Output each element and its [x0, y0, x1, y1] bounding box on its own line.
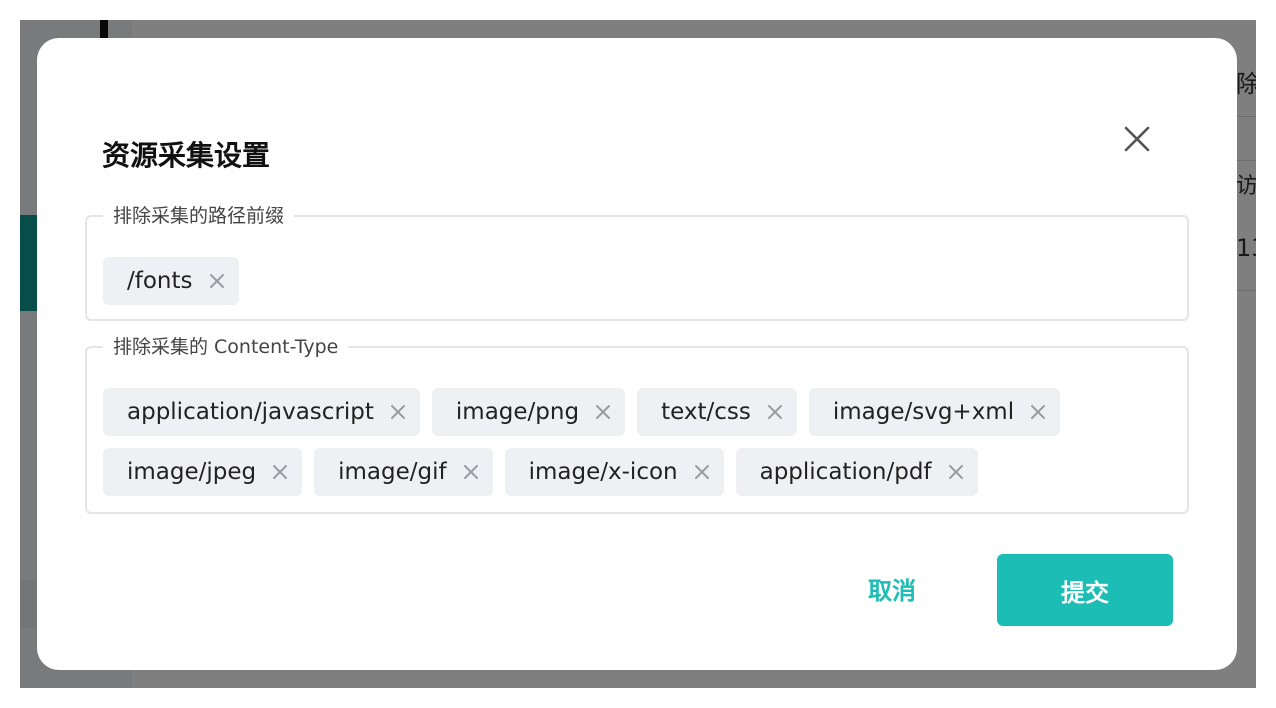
tag-label: image/x-icon	[528, 459, 678, 485]
tag-label: /fonts	[127, 268, 193, 294]
close-icon	[948, 465, 963, 479]
close-icon	[1124, 126, 1150, 152]
tag-label: application/pdf	[759, 459, 932, 485]
close-icon	[273, 465, 288, 479]
tag-label: application/javascript	[127, 399, 374, 425]
resource-collection-settings-dialog: 资源采集设置 排除采集的路径前缀 /fonts 排除采集的 Content-Ty…	[37, 38, 1237, 670]
remove-tag-button[interactable]	[270, 462, 290, 482]
remove-tag-button[interactable]	[765, 402, 785, 422]
tag-chip: text/css	[637, 388, 797, 436]
submit-button[interactable]: 提交	[997, 554, 1173, 626]
close-icon	[390, 405, 405, 419]
app-screen: 除 访问 13 资源采集设置 排除采集的路径前缀 /fonts 排除采集的 Co…	[20, 20, 1256, 688]
dialog-title: 资源采集设置	[102, 139, 271, 172]
content-type-tag-list: application/javascript image/png text/css i…	[103, 388, 1171, 496]
remove-tag-button[interactable]	[692, 462, 712, 482]
tag-chip: application/javascript	[103, 388, 420, 436]
tag-label: image/gif	[338, 459, 447, 485]
tag-chip: image/gif	[314, 448, 493, 496]
remove-tag-button[interactable]	[1028, 402, 1048, 422]
tag-chip: application/pdf	[735, 448, 978, 496]
cancel-button[interactable]: 取消	[842, 552, 942, 624]
tag-label: image/png	[455, 399, 580, 425]
close-icon	[1031, 405, 1046, 419]
path-prefix-exclusion-field[interactable]: 排除采集的路径前缀 /fonts	[85, 205, 1189, 321]
path-prefix-tag-list: /fonts	[103, 257, 1171, 305]
tag-label: image/svg+xml	[832, 399, 1015, 425]
tag-chip: image/png	[431, 388, 626, 436]
tag-chip: /fonts	[103, 257, 239, 305]
close-icon	[694, 465, 709, 479]
remove-tag-button[interactable]	[388, 402, 408, 422]
tag-chip: image/svg+xml	[808, 388, 1061, 436]
close-icon	[767, 405, 782, 419]
remove-tag-button[interactable]	[946, 462, 966, 482]
close-icon	[596, 405, 611, 419]
content-type-legend: 排除采集的 Content-Type	[113, 336, 339, 358]
tag-label: image/jpeg	[127, 459, 257, 485]
remove-tag-button[interactable]	[207, 271, 227, 291]
tag-chip: image/x-icon	[504, 448, 724, 496]
remove-tag-button[interactable]	[461, 462, 481, 482]
content-type-exclusion-field[interactable]: 排除采集的 Content-Type application/javascrip…	[85, 336, 1189, 514]
close-icon	[463, 465, 478, 479]
path-prefix-legend: 排除采集的路径前缀	[113, 205, 285, 227]
close-button[interactable]	[1120, 122, 1154, 156]
tag-label: text/css	[661, 399, 751, 425]
remove-tag-button[interactable]	[593, 402, 613, 422]
tag-chip: image/jpeg	[103, 448, 303, 496]
close-icon	[209, 274, 224, 288]
